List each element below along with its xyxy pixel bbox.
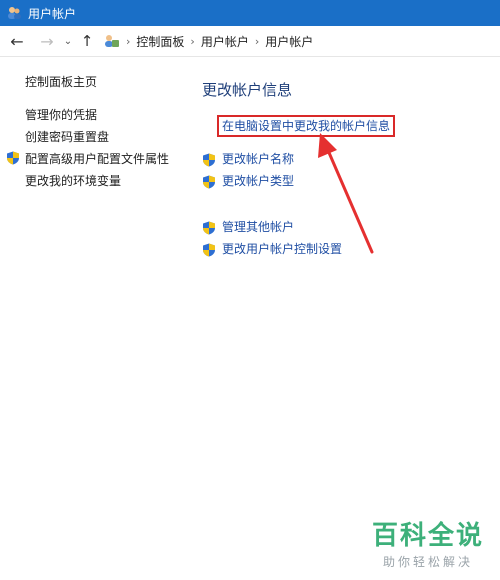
uac-shield-icon xyxy=(6,150,20,165)
task-uac-settings[interactable]: 更改用户帐户控制设置 xyxy=(202,240,342,257)
task-label: 更改帐户类型 xyxy=(222,174,295,188)
address-bar: ← → ⌄ ↑ › 控制面板 › 用户帐户 › 用户帐户 xyxy=(0,26,500,57)
sidebar-item-create-reset-disk[interactable]: 创建密码重置盘 xyxy=(25,128,109,145)
chevron-down-icon[interactable]: ⌄ xyxy=(62,30,74,52)
breadcrumb-item[interactable]: 用户帐户 xyxy=(265,33,313,50)
uac-shield-icon xyxy=(202,152,216,166)
watermark-main-text: 百科全说 xyxy=(371,521,484,551)
uac-shield-icon xyxy=(202,242,216,256)
back-arrow-icon[interactable]: ← xyxy=(8,30,26,52)
forward-arrow-icon[interactable]: → xyxy=(38,30,56,52)
task-change-account-type[interactable]: 更改帐户类型 xyxy=(202,172,294,189)
uac-shield-icon xyxy=(202,174,216,188)
sidebar: 控制面板主页 管理你的凭据 创建密码重置盘 配置高级用户配置文件属性 更改我的环… xyxy=(0,56,190,356)
sidebar-item-env-variables[interactable]: 更改我的环境变量 xyxy=(25,172,121,189)
breadcrumb-separator-icon: › xyxy=(190,34,195,48)
task-manage-other-accounts[interactable]: 管理其他帐户 xyxy=(202,218,294,235)
sidebar-item-manage-credentials[interactable]: 管理你的凭据 xyxy=(25,106,97,123)
breadcrumb-separator-icon: › xyxy=(126,34,131,48)
watermark-sub-text: 助你轻松解决 xyxy=(382,555,473,569)
task-change-account-name[interactable]: 更改帐户名称 xyxy=(202,150,294,167)
page-title: 更改帐户信息 xyxy=(202,81,293,99)
window-title: 用户帐户 xyxy=(28,6,77,21)
breadcrumb-item[interactable]: 用户帐户 xyxy=(201,33,249,50)
task-label: 更改用户帐户控制设置 xyxy=(222,242,343,256)
control-panel-icon xyxy=(102,33,120,49)
main-content: 更改帐户信息 在电脑设置中更改我的帐户信息 更改帐户名称 更改帐户类型 管理其他… xyxy=(190,56,500,356)
uac-shield-icon xyxy=(202,220,216,234)
title-bar: 用户帐户 xyxy=(0,0,500,26)
breadcrumb-separator-icon: › xyxy=(254,34,260,48)
sidebar-item-advanced-profile[interactable]: 配置高级用户配置文件属性 xyxy=(25,150,169,167)
change-account-in-pc-settings-link[interactable]: 在电脑设置中更改我的帐户信息 xyxy=(217,115,396,137)
sidebar-home-link[interactable]: 控制面板主页 xyxy=(25,73,97,90)
watermark-logo: 百科全说 助你轻松解决 xyxy=(372,521,484,570)
task-label: 更改帐户名称 xyxy=(222,152,295,166)
breadcrumb-item[interactable]: 控制面板 xyxy=(136,33,184,50)
up-arrow-icon[interactable]: ↑ xyxy=(80,30,94,52)
users-icon xyxy=(6,5,22,21)
task-label: 管理其他帐户 xyxy=(222,220,295,234)
